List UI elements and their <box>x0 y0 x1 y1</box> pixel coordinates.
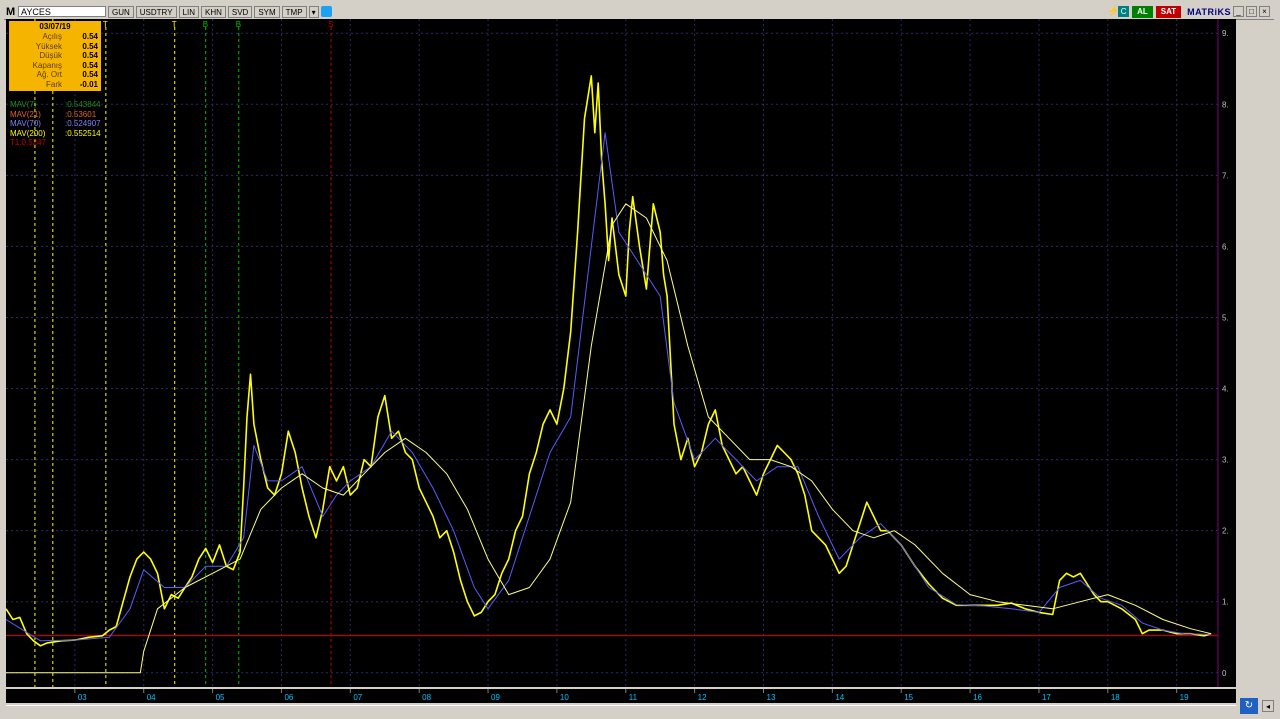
signal-label: S <box>328 20 333 29</box>
info-label: Düşük <box>39 51 62 60</box>
horizontal-scrollbar[interactable] <box>6 705 1236 716</box>
x-tick-label: 14 <box>835 693 844 702</box>
sym-button[interactable]: SYM <box>254 5 280 18</box>
y-tick-label: 6. <box>1222 242 1229 251</box>
info-value: 0.54 <box>82 70 98 79</box>
info-value: 0.54 <box>82 51 98 60</box>
signal-label: T <box>103 20 108 29</box>
indicator-name: MAV(7) <box>10 100 37 109</box>
y-tick-label: 3. <box>1222 456 1229 465</box>
indicator-value: :0.552514 <box>65 128 101 138</box>
x-tick-label: 04 <box>147 693 156 702</box>
x-tick-label: 05 <box>216 693 225 702</box>
series-line <box>6 132 1212 642</box>
x-tick-label: 16 <box>973 693 982 702</box>
twitter-icon[interactable] <box>320 6 332 17</box>
x-tick-label: 11 <box>629 693 638 702</box>
y-tick-label: 8. <box>1222 100 1229 109</box>
info-label: Fark <box>46 79 62 89</box>
chart-area[interactable]: 0 1. 2. 3. 4. 5. 6. 7. 8. 9. T T B B S <box>6 19 1236 687</box>
minimize-button[interactable]: _ <box>1233 6 1244 17</box>
sell-button[interactable]: SAT <box>1155 5 1182 18</box>
indicator-name: MAV(21) <box>10 109 41 119</box>
info-row: Düşük 0.54 <box>12 51 98 61</box>
info-label: Kapanış <box>32 60 62 70</box>
currency-button[interactable]: USDTRY <box>135 5 177 18</box>
brand-logo: MATRiKS <box>1187 6 1231 17</box>
x-tick-label: 08 <box>422 693 431 702</box>
info-label: Ağ. Ort <box>36 70 62 79</box>
indicator-name: MAV(200) <box>10 128 46 138</box>
buy-button[interactable]: AL <box>1132 5 1153 18</box>
info-row: Fark -0.01 <box>12 80 98 90</box>
info-row: Kapanış 0.54 <box>12 61 98 71</box>
x-axis-bar: 03 04 05 06 07 08 09 10 11 12 13 14 15 16 17 18 19 <box>6 689 1236 703</box>
symbol-input[interactable]: AYCES <box>18 6 106 17</box>
info-row: Yüksek 0.54 <box>12 42 98 52</box>
info-value: 0.54 <box>82 41 98 51</box>
info-label: Açılış <box>42 32 62 41</box>
linear-scale-button[interactable]: LIN <box>178 5 199 18</box>
series-line <box>6 203 1212 674</box>
indicator-label: MAV(70) :0.524907 <box>10 119 101 128</box>
x-tick-label: 10 <box>560 693 569 702</box>
indicator-label: T1:0.5247 <box>10 138 65 147</box>
svd-button[interactable]: SVD <box>227 5 253 18</box>
indicator-label: MAV(7) :0.543844 <box>10 100 101 109</box>
refresh-c-icon[interactable]: C <box>1118 6 1130 17</box>
y-tick-label: 4. <box>1222 385 1229 394</box>
indicator-label: MAV(200) :0.552514 <box>10 129 101 138</box>
scroll-left-button[interactable]: ◂ <box>1262 700 1274 712</box>
sync-button[interactable]: ↻ <box>1240 698 1258 714</box>
y-tick-label: 5. <box>1222 313 1229 322</box>
indicator-name: T1:0.5247 <box>10 138 47 148</box>
info-value: 0.54 <box>82 32 98 41</box>
signal-label: B <box>236 20 241 29</box>
x-tick-label: 09 <box>491 693 500 702</box>
info-label: Yüksek <box>35 41 62 51</box>
close-button[interactable]: × <box>1259 6 1270 17</box>
price-chart[interactable]: 0 1. 2. 3. 4. 5. 6. 7. 8. 9. T T B B S <box>6 19 1236 687</box>
indicator-value: :0.543844 <box>65 100 101 109</box>
x-tick-label: 18 <box>1111 693 1120 702</box>
indicator-label: MAV(21) :0.53601 <box>10 110 96 119</box>
ohlc-info-box: 03/07/19 Açılış 0.54 Yüksek 0.54 Düşük 0.54 Ka… <box>9 21 101 91</box>
info-row: Ağ. Ort 0.54 <box>12 70 98 80</box>
y-tick-label: 9. <box>1222 29 1229 38</box>
indicator-name: MAV(70) <box>10 119 41 129</box>
app-logo: M <box>6 5 16 18</box>
toolbar-left: M AYCES GUN USDTRY LIN KHN SVD SYM TMP ▾ <box>6 5 332 18</box>
x-tick-label: 03 <box>78 693 87 702</box>
maximize-button[interactable]: □ <box>1246 6 1257 17</box>
x-tick-label: 15 <box>904 693 913 702</box>
info-value: 0.54 <box>82 60 98 70</box>
toolbar-right: ⚡ C AL SAT MATRiKS _ □ × <box>1107 5 1270 18</box>
indicator-value: :0.524907 <box>65 119 101 129</box>
dropdown-arrow-icon[interactable]: ▾ <box>308 5 319 18</box>
info-row: Açılış 0.54 <box>12 32 98 42</box>
y-tick-label: 1. <box>1222 598 1229 607</box>
info-date: 03/07/19 <box>39 22 71 31</box>
x-tick-label: 13 <box>767 693 776 702</box>
chart-toolbar: M AYCES GUN USDTRY LIN KHN SVD SYM TMP ▾… <box>4 4 1274 20</box>
y-tick-label: 0 <box>1222 669 1227 678</box>
series-line <box>6 75 1212 647</box>
signal-label: T <box>172 20 177 29</box>
tmp-button[interactable]: TMP <box>281 5 307 18</box>
y-tick-label: 7. <box>1222 171 1229 180</box>
period-button[interactable]: GUN <box>108 5 134 18</box>
x-tick-label: 17 <box>1042 693 1051 702</box>
lightning-icon[interactable]: ⚡ <box>1107 6 1119 17</box>
y-tick-label: 2. <box>1222 527 1229 536</box>
indicator-value: :0.53601 <box>65 109 97 119</box>
khn-button[interactable]: KHN <box>200 5 226 18</box>
x-tick-label: 19 <box>1180 693 1189 702</box>
x-tick-label: 06 <box>284 693 293 702</box>
signal-label: B <box>203 20 208 29</box>
info-value: -0.01 <box>79 79 98 89</box>
x-tick-label: 12 <box>698 693 707 702</box>
x-tick-label: 07 <box>353 693 362 702</box>
